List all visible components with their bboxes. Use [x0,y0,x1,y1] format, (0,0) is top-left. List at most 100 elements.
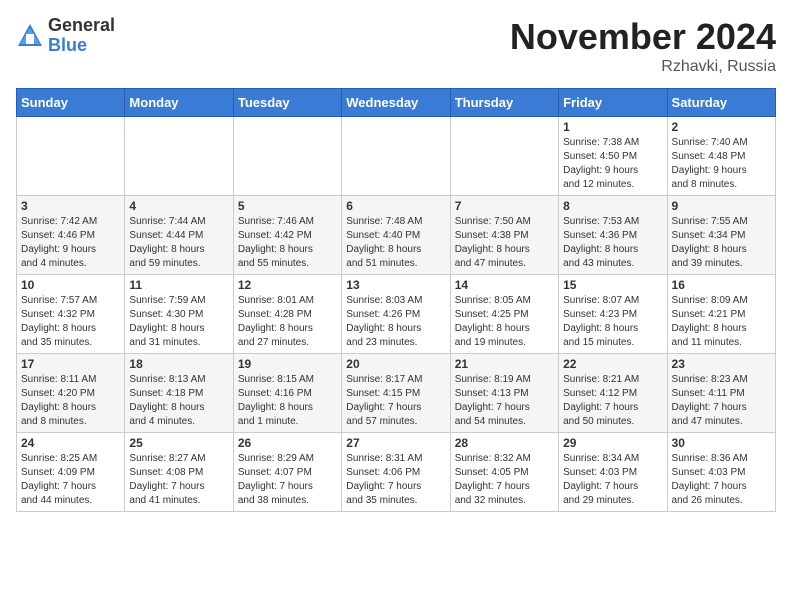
day-info: Sunrise: 7:48 AM Sunset: 4:40 PM Dayligh… [346,215,445,271]
day-number: 7 [455,199,554,213]
day-cell: 18 Sunrise: 8:13 AM Sunset: 4:18 PM Dayli… [125,354,233,433]
day-cell [450,117,558,196]
day-number: 16 [672,278,771,292]
day-number: 15 [563,278,662,292]
day-number: 20 [346,357,445,371]
day-number: 13 [346,278,445,292]
day-info: Sunrise: 8:27 AM Sunset: 4:08 PM Dayligh… [129,452,228,508]
day-number: 21 [455,357,554,371]
day-cell: 7 Sunrise: 7:50 AM Sunset: 4:38 PM Daylig… [450,196,558,275]
day-cell: 21 Sunrise: 8:19 AM Sunset: 4:13 PM Dayli… [450,354,558,433]
day-info: Sunrise: 7:46 AM Sunset: 4:42 PM Dayligh… [238,215,337,271]
day-info: Sunrise: 8:07 AM Sunset: 4:23 PM Dayligh… [563,294,662,350]
day-number: 30 [672,436,771,450]
day-cell: 30 Sunrise: 8:36 AM Sunset: 4:03 PM Dayli… [667,433,775,512]
day-info: Sunrise: 8:34 AM Sunset: 4:03 PM Dayligh… [563,452,662,508]
day-cell [342,117,450,196]
month-title: November 2024 [510,16,776,58]
day-cell: 22Sunrise: 8:21 AM Sunset: 4:12 PM Dayli… [559,354,667,433]
day-number: 22 [563,357,662,371]
day-info: Sunrise: 8:17 AM Sunset: 4:15 PM Dayligh… [346,373,445,429]
day-number: 2 [672,120,771,134]
day-cell: 24 Sunrise: 8:25 AM Sunset: 4:09 PM Dayli… [17,433,125,512]
week-row-4: 17 Sunrise: 8:11 AM Sunset: 4:20 PM Dayli… [17,354,776,433]
week-row-2: 3 Sunrise: 7:42 AM Sunset: 4:46 PM Daylig… [17,196,776,275]
day-cell: 11 Sunrise: 7:59 AM Sunset: 4:30 PM Dayli… [125,275,233,354]
location: Rzhavki, Russia [510,58,776,76]
day-number: 29 [563,436,662,450]
day-info: Sunrise: 7:57 AM Sunset: 4:32 PM Dayligh… [21,294,120,350]
day-number: 4 [129,199,228,213]
day-number: 9 [672,199,771,213]
day-cell [17,117,125,196]
day-cell: 3 Sunrise: 7:42 AM Sunset: 4:46 PM Daylig… [17,196,125,275]
logo-blue-text: Blue [48,36,115,56]
day-number: 25 [129,436,228,450]
day-number: 12 [238,278,337,292]
weekday-header-tuesday: Tuesday [233,89,341,117]
day-cell: 10 Sunrise: 7:57 AM Sunset: 4:32 PM Dayli… [17,275,125,354]
day-info: Sunrise: 7:55 AM Sunset: 4:34 PM Dayligh… [672,215,771,271]
day-number: 10 [21,278,120,292]
day-cell: 19Sunrise: 8:15 AM Sunset: 4:16 PM Dayli… [233,354,341,433]
day-cell: 6Sunrise: 7:48 AM Sunset: 4:40 PM Daylig… [342,196,450,275]
day-info: Sunrise: 7:44 AM Sunset: 4:44 PM Dayligh… [129,215,228,271]
day-cell: 25 Sunrise: 8:27 AM Sunset: 4:08 PM Dayli… [125,433,233,512]
day-cell: 20 Sunrise: 8:17 AM Sunset: 4:15 PM Dayli… [342,354,450,433]
day-info: Sunrise: 8:36 AM Sunset: 4:03 PM Dayligh… [672,452,771,508]
day-number: 17 [21,357,120,371]
day-cell [233,117,341,196]
day-info: Sunrise: 8:03 AM Sunset: 4:26 PM Dayligh… [346,294,445,350]
day-info: Sunrise: 8:25 AM Sunset: 4:09 PM Dayligh… [21,452,120,508]
weekday-header-thursday: Thursday [450,89,558,117]
day-number: 3 [21,199,120,213]
day-cell: 12 Sunrise: 8:01 AM Sunset: 4:28 PM Dayli… [233,275,341,354]
day-info: Sunrise: 8:11 AM Sunset: 4:20 PM Dayligh… [21,373,120,429]
weekday-header-saturday: Saturday [667,89,775,117]
day-number: 26 [238,436,337,450]
day-number: 23 [672,357,771,371]
day-info: Sunrise: 7:38 AM Sunset: 4:50 PM Dayligh… [563,136,662,192]
day-info: Sunrise: 7:40 AM Sunset: 4:48 PM Dayligh… [672,136,771,192]
day-info: Sunrise: 7:59 AM Sunset: 4:30 PM Dayligh… [129,294,228,350]
day-info: Sunrise: 8:15 AM Sunset: 4:16 PM Dayligh… [238,373,337,429]
logo-text: General Blue [48,16,115,56]
logo-icon [16,22,44,50]
day-cell: 5 Sunrise: 7:46 AM Sunset: 4:42 PM Daylig… [233,196,341,275]
day-cell: 9 Sunrise: 7:55 AM Sunset: 4:34 PM Daylig… [667,196,775,275]
logo: General Blue [16,16,115,56]
day-cell: 8Sunrise: 7:53 AM Sunset: 4:36 PM Daylig… [559,196,667,275]
day-number: 18 [129,357,228,371]
calendar: SundayMondayTuesdayWednesdayThursdayFrid… [16,88,776,512]
day-info: Sunrise: 8:01 AM Sunset: 4:28 PM Dayligh… [238,294,337,350]
day-info: Sunrise: 7:50 AM Sunset: 4:38 PM Dayligh… [455,215,554,271]
weekday-header-row: SundayMondayTuesdayWednesdayThursdayFrid… [17,89,776,117]
day-info: Sunrise: 8:19 AM Sunset: 4:13 PM Dayligh… [455,373,554,429]
day-cell: 13 Sunrise: 8:03 AM Sunset: 4:26 PM Dayli… [342,275,450,354]
weekday-header-friday: Friday [559,89,667,117]
weekday-header-monday: Monday [125,89,233,117]
day-cell: 16Sunrise: 8:09 AM Sunset: 4:21 PM Dayli… [667,275,775,354]
day-cell: 14 Sunrise: 8:05 AM Sunset: 4:25 PM Dayli… [450,275,558,354]
day-number: 27 [346,436,445,450]
title-area: November 2024 Rzhavki, Russia [510,16,776,76]
day-cell: 17 Sunrise: 8:11 AM Sunset: 4:20 PM Dayli… [17,354,125,433]
day-info: Sunrise: 8:05 AM Sunset: 4:25 PM Dayligh… [455,294,554,350]
day-cell: 15 Sunrise: 8:07 AM Sunset: 4:23 PM Dayli… [559,275,667,354]
day-info: Sunrise: 7:42 AM Sunset: 4:46 PM Dayligh… [21,215,120,271]
day-info: Sunrise: 8:32 AM Sunset: 4:05 PM Dayligh… [455,452,554,508]
day-number: 14 [455,278,554,292]
logo-general-text: General [48,16,115,36]
week-row-1: 1Sunrise: 7:38 AM Sunset: 4:50 PM Daylig… [17,117,776,196]
day-info: Sunrise: 7:53 AM Sunset: 4:36 PM Dayligh… [563,215,662,271]
weekday-header-wednesday: Wednesday [342,89,450,117]
day-cell: 4 Sunrise: 7:44 AM Sunset: 4:44 PM Daylig… [125,196,233,275]
day-number: 5 [238,199,337,213]
header: General Blue November 2024 Rzhavki, Russ… [16,16,776,76]
day-number: 11 [129,278,228,292]
day-cell: 28Sunrise: 8:32 AM Sunset: 4:05 PM Dayli… [450,433,558,512]
day-number: 24 [21,436,120,450]
day-cell: 29 Sunrise: 8:34 AM Sunset: 4:03 PM Dayli… [559,433,667,512]
day-info: Sunrise: 8:13 AM Sunset: 4:18 PM Dayligh… [129,373,228,429]
week-row-3: 10 Sunrise: 7:57 AM Sunset: 4:32 PM Dayli… [17,275,776,354]
